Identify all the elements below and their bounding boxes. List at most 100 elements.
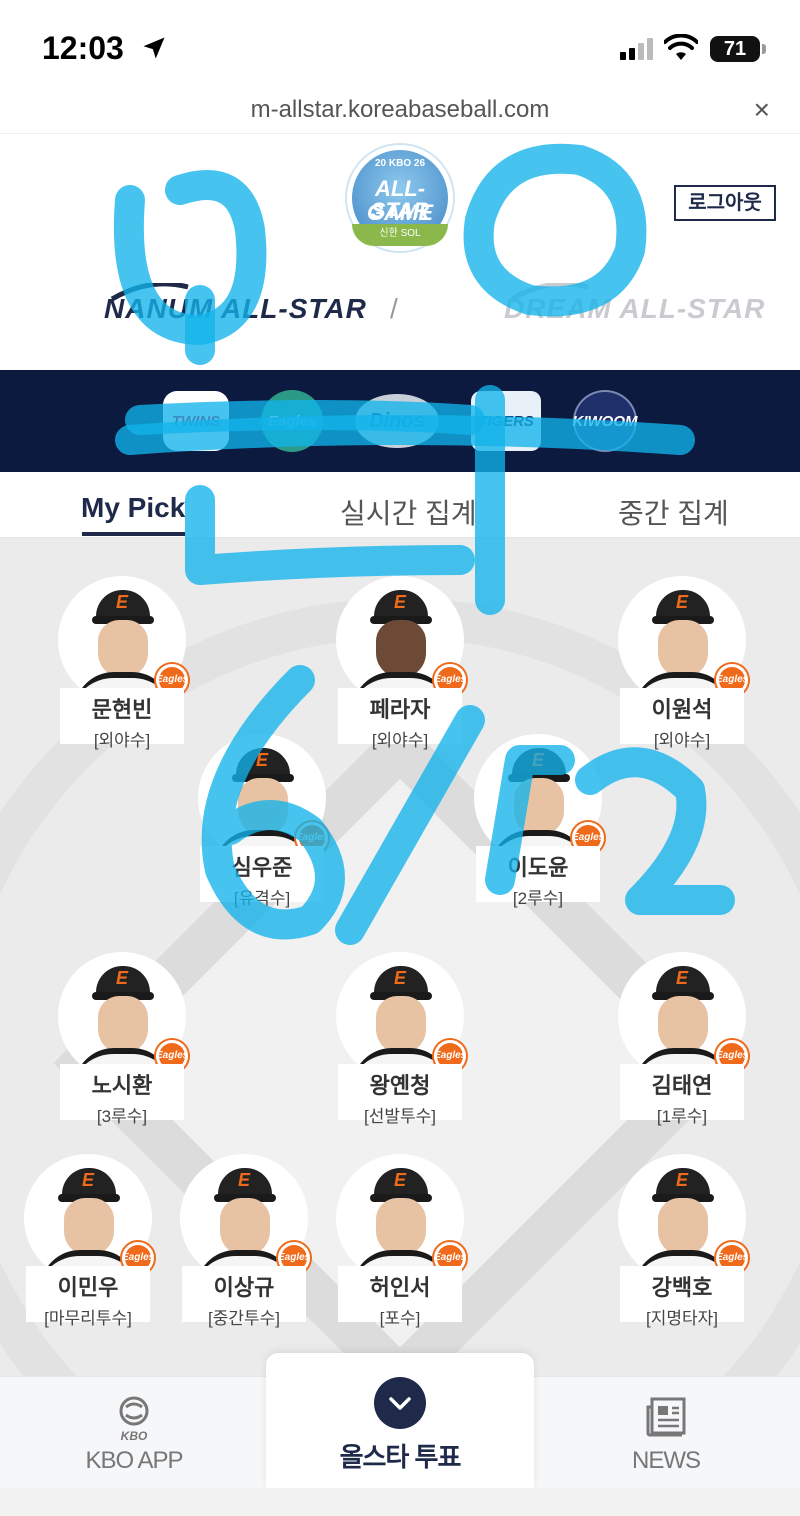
team-lg-twins[interactable]: TWINS: [163, 391, 229, 451]
chevron-down-icon: [389, 1397, 411, 1410]
cellular-signal-icon: [620, 38, 653, 60]
tab-realtime-count[interactable]: 실시간 집계: [340, 492, 477, 532]
nav-news[interactable]: NEWS: [566, 1377, 766, 1489]
player-name: 이민우: [57, 1275, 119, 1300]
nav-kbo-app[interactable]: KBO KBO APP: [34, 1377, 234, 1489]
player-card[interactable]: Eagles 허인서 [포수]: [330, 1154, 470, 1344]
result-tabs: My Pick 실시간 집계 중간 집계: [0, 472, 800, 538]
player-position: [외야수]: [93, 731, 151, 750]
badge-text: Eagles: [122, 1252, 155, 1263]
vote-toggle-button[interactable]: [374, 1377, 426, 1429]
player-nameplate: 김태연 [1루수]: [620, 1064, 744, 1126]
player-card[interactable]: Eagles 강백호 [지명타자]: [612, 1154, 752, 1344]
badge-text: Eagles: [572, 832, 605, 843]
nav-news-label: NEWS: [632, 1447, 701, 1474]
player-position: [중간투수]: [207, 1309, 280, 1328]
player-name: 심우준: [231, 855, 293, 880]
player-position: [1루수]: [656, 1107, 708, 1126]
player-position: [포수]: [379, 1309, 421, 1328]
player-card[interactable]: Eagles 노시환 [3루수]: [52, 952, 192, 1142]
home-indicator-area: [0, 1488, 800, 1516]
logo-title-2: GAME: [367, 200, 433, 225]
logout-button[interactable]: 로그아웃: [674, 185, 776, 221]
player-position: [2루수]: [512, 889, 564, 908]
status-time: 12:03: [42, 30, 124, 66]
kbo-small-label: KBO: [120, 1429, 148, 1443]
badge-text: Eagles: [278, 1252, 311, 1263]
player-card[interactable]: Eagles 이민우 [마무리투수]: [18, 1154, 158, 1344]
nav-vote-label: 올스타 투표: [339, 1442, 462, 1472]
player-card[interactable]: Eagles 이원석 [외야수]: [612, 576, 752, 766]
player-nameplate: 심우준 [유격수]: [200, 846, 324, 908]
player-position: [마무리투수]: [44, 1309, 132, 1328]
player-name: 이도윤: [507, 855, 569, 880]
badge-text: Eagles: [716, 1252, 749, 1263]
badge-text: Eagles: [434, 674, 467, 685]
team-hanwha-eagles[interactable]: Eagles: [261, 390, 323, 452]
kbo-logo-icon: [119, 1396, 149, 1426]
player-name: 강백호: [651, 1275, 713, 1300]
player-nameplate: 이도윤 [2루수]: [476, 846, 600, 908]
player-position: [선발투수]: [363, 1107, 436, 1126]
player-name: 왕옌청: [369, 1073, 431, 1098]
player-position: [3루수]: [96, 1107, 148, 1126]
team-kiwoom-heroes[interactable]: KIWOOM: [573, 390, 638, 452]
badge-text: Eagles: [716, 1050, 749, 1061]
battery-indicator: 71: [710, 36, 766, 62]
player-card[interactable]: Eagles 페라자 [외야수]: [330, 576, 470, 766]
wifi-icon: [664, 34, 698, 60]
player-card[interactable]: Eagles 심우준 [유격수]: [192, 734, 332, 924]
active-tab-indicator: [82, 532, 185, 536]
player-position: [외야수]: [653, 731, 711, 750]
close-icon[interactable]: ×: [754, 94, 770, 126]
nav-allstar-vote[interactable]: 올스타 투표: [266, 1353, 534, 1489]
badge-text: Eagles: [434, 1050, 467, 1061]
player-nameplate: 허인서 [포수]: [338, 1266, 462, 1328]
tab-interim-count[interactable]: 중간 집계: [618, 492, 729, 532]
player-nameplate: 문현빈 [외야수]: [60, 688, 184, 750]
player-position: [외야수]: [371, 731, 429, 750]
badge-text: Eagles: [156, 674, 189, 685]
team-nc-dinos[interactable]: Dinos: [355, 394, 439, 448]
player-card[interactable]: Eagles 왕옌청 [선발투수]: [330, 952, 470, 1142]
badge-text: Eagles: [156, 1050, 189, 1061]
logo-sponsor: 신한 SOL: [352, 224, 448, 246]
player-name: 이원석: [651, 697, 713, 722]
player-nameplate: 강백호 [지명타자]: [620, 1266, 744, 1328]
badge-text: Eagles: [296, 832, 329, 843]
nav-kbo-app-label: KBO APP: [85, 1447, 183, 1474]
player-card[interactable]: Eagles 이도윤 [2루수]: [468, 734, 608, 924]
player-position: [유격수]: [233, 889, 291, 908]
player-position: [지명타자]: [645, 1309, 718, 1328]
browser-url-bar: m-allstar.koreabaseball.com ×: [0, 88, 800, 134]
team-selector: TWINS Eagles Dinos TIGERS KIWOOM: [0, 370, 800, 472]
newspaper-icon: [646, 1397, 686, 1437]
player-nameplate: 노시환 [3루수]: [60, 1064, 184, 1126]
status-bar: 12:03 71: [0, 0, 800, 100]
player-name: 허인서: [369, 1275, 431, 1300]
player-nameplate: 왕옌청 [선발투수]: [338, 1064, 462, 1126]
location-arrow-icon: [143, 37, 165, 59]
badge-text: Eagles: [716, 674, 749, 685]
team-kia-tigers[interactable]: TIGERS: [471, 391, 541, 451]
player-nameplate: 페라자 [외야수]: [338, 688, 462, 750]
player-name: 이상규: [213, 1275, 275, 1300]
player-card[interactable]: Eagles 이상규 [중간투수]: [174, 1154, 314, 1344]
league-nanum-tab[interactable]: NANUM ALL-STAR: [104, 293, 367, 325]
player-name: 페라자: [369, 697, 431, 722]
badge-text: Eagles: [434, 1252, 467, 1263]
player-card[interactable]: Eagles 김태연 [1루수]: [612, 952, 752, 1142]
url-text[interactable]: m-allstar.koreabaseball.com: [0, 96, 800, 124]
allstar-game-logo: 20 KBO 26 ALL-STAR GAME 신한 SOL: [347, 145, 453, 251]
league-dream-tab[interactable]: DREAM ALL-STAR: [504, 293, 765, 325]
bottom-navigation: KBO KBO APP 올스타 투표 NEWS: [0, 1353, 800, 1489]
player-nameplate: 이민우 [마무리투수]: [26, 1266, 150, 1328]
logo-year: 20 KBO 26: [374, 158, 426, 169]
league-separator: /: [390, 293, 398, 324]
baseball-field: Eagles 문현빈 [외야수] Eagles 페라자 [외야수] Eagles 이…: [0, 538, 800, 1378]
player-card[interactable]: Eagles 문현빈 [외야수]: [52, 576, 192, 766]
tab-my-pick[interactable]: My Pick: [81, 492, 185, 524]
player-nameplate: 이상규 [중간투수]: [182, 1266, 306, 1328]
player-nameplate: 이원석 [외야수]: [620, 688, 744, 750]
page-header: 20 KBO 26 ALL-STAR GAME 신한 SOL 로그아웃 NANU…: [0, 135, 800, 370]
